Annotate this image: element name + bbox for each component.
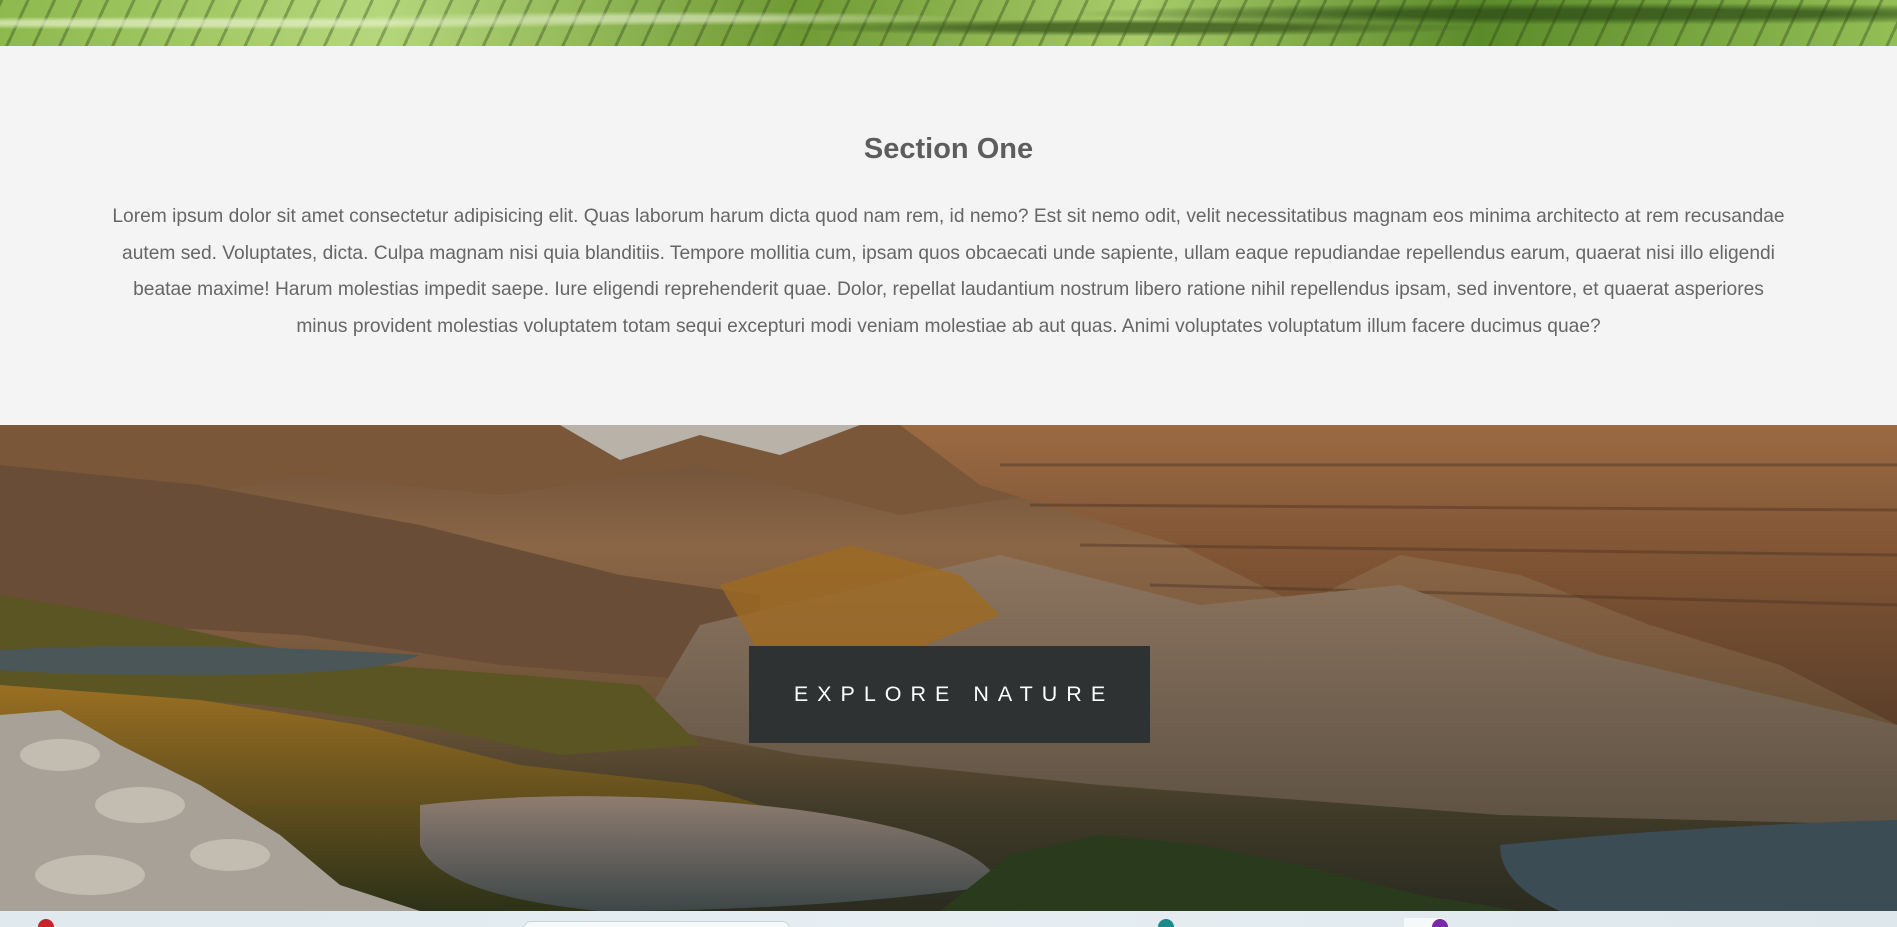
app-icon[interactable] — [38, 919, 54, 927]
explore-nature-button[interactable]: EXPLORE NATURE — [749, 646, 1150, 743]
section-body-text: Lorem ipsum dolor sit amet consectetur a… — [112, 206, 1785, 337]
section-title: Section One — [863, 133, 1034, 165]
app-icon[interactable] — [1432, 919, 1448, 927]
foliage-banner-image — [0, 0, 1897, 46]
taskbar — [0, 911, 1897, 927]
app-icon[interactable] — [1158, 919, 1174, 927]
taskbar-search-input[interactable] — [523, 921, 790, 927]
page: Section One Lorem ipsum dolor sit amet c… — [0, 0, 1897, 927]
section-one: Section One Lorem ipsum dolor sit amet c… — [0, 46, 1897, 425]
